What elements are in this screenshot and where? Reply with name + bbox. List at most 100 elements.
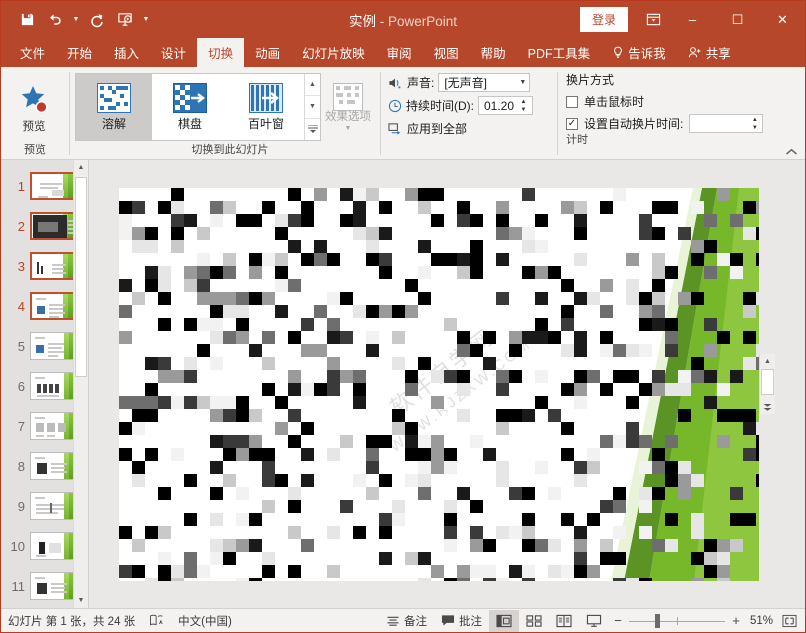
slide-thumbnail[interactable] xyxy=(30,212,78,240)
gallery-scroll-up-button[interactable]: ▲ xyxy=(305,74,320,97)
sound-dropdown[interactable]: [无声音] ▼ xyxy=(438,73,531,92)
slide-thumbnail[interactable] xyxy=(30,172,78,200)
thumb-block xyxy=(52,190,64,196)
tab-slideshow[interactable]: 幻灯片放映 xyxy=(291,38,376,67)
tab-animations[interactable]: 动画 xyxy=(244,38,291,67)
after-time-checkbox-row[interactable]: ✓ 设置自动换片时间: ▲ ▼ xyxy=(566,114,799,133)
minimize-button[interactable]: – xyxy=(670,1,715,38)
maximize-button[interactable]: ☐ xyxy=(715,1,760,38)
tab-pdf-toolkit[interactable]: PDF工具集 xyxy=(517,38,602,67)
language-indicator[interactable]: 中文(中国) xyxy=(171,609,239,633)
chevron-down-icon[interactable]: ▼ xyxy=(515,79,526,86)
tab-transitions[interactable]: 切换 xyxy=(197,38,245,67)
undo-icon[interactable] xyxy=(42,7,68,33)
slide-thumbnail[interactable] xyxy=(30,332,78,360)
slide-thumbnail[interactable] xyxy=(30,292,78,320)
normal-view-button[interactable] xyxy=(489,609,519,632)
tab-insert[interactable]: 插入 xyxy=(103,38,150,67)
tab-share[interactable]: 共享 xyxy=(677,38,742,67)
slide-thumbnail[interactable] xyxy=(30,452,78,480)
tab-home[interactable]: 开始 xyxy=(56,38,103,67)
on-mouse-click-checkbox-row[interactable]: 单击鼠标时 xyxy=(566,92,799,111)
after-time-checkbox[interactable]: ✓ xyxy=(566,117,578,130)
gallery-scroll-down-button[interactable]: ▼ xyxy=(305,96,320,119)
tab-view[interactable]: 视图 xyxy=(423,38,470,67)
thumb-text-line xyxy=(36,555,46,557)
comments-button[interactable]: 批注 xyxy=(434,609,489,633)
thumb-text-line xyxy=(40,187,58,189)
slideshow-view-button[interactable] xyxy=(579,610,609,632)
ribbon-collapse-chevron-icon[interactable] xyxy=(785,148,798,156)
sign-in-button[interactable]: 登录 xyxy=(579,7,628,32)
thumb-text-line xyxy=(49,304,65,306)
ribbon-group-label-preview: 预览 xyxy=(24,144,46,156)
notes-button[interactable]: 备注 xyxy=(379,609,434,633)
thumb-text-line xyxy=(51,463,67,465)
reading-view-icon xyxy=(556,614,572,628)
zoom-level-label[interactable]: 51% xyxy=(745,615,777,627)
transition-gallery: 溶解 棋盘 百叶窗 ▲ ▼ xyxy=(75,73,321,141)
transition-item-dissolve[interactable]: 溶解 xyxy=(76,74,152,140)
zoom-out-button[interactable]: − xyxy=(609,613,627,628)
slide-thumbnail[interactable] xyxy=(30,532,78,560)
gallery-more-button[interactable] xyxy=(305,118,320,140)
tab-help[interactable]: 帮助 xyxy=(470,38,517,67)
zoom-slider-thumb[interactable] xyxy=(655,613,660,628)
sound-speaker-icon xyxy=(388,76,403,90)
app-name: PowerPoint xyxy=(387,13,458,29)
customize-qat-icon[interactable]: ▼ xyxy=(140,7,152,33)
thumb-text-line xyxy=(49,308,63,310)
duration-value: 01.20 xyxy=(484,98,515,113)
after-time-input[interactable]: ▲ ▼ xyxy=(689,114,764,133)
slide-panel-scroll-down-button[interactable]: ▼ xyxy=(74,593,88,608)
transition-item-blinds[interactable]: 百叶窗 xyxy=(228,74,304,140)
undo-dropdown-icon[interactable]: ▼ xyxy=(70,7,82,33)
reading-view-button[interactable] xyxy=(549,610,579,632)
slide-panel-scroll-thumb[interactable] xyxy=(75,177,87,377)
stage-scroll-thumb[interactable] xyxy=(761,369,774,395)
ribbon-display-options-icon[interactable] xyxy=(636,1,670,38)
next-slide-button[interactable] xyxy=(760,399,775,414)
on-mouse-click-checkbox[interactable] xyxy=(566,95,578,108)
slide-thumbnail[interactable] xyxy=(30,572,78,600)
tab-label: 审阅 xyxy=(386,47,412,61)
after-time-stepper[interactable]: ▲ ▼ xyxy=(749,115,760,132)
duration-input[interactable]: 01.20 ▲ ▼ xyxy=(478,96,533,115)
slide-thumbnail[interactable] xyxy=(30,412,78,440)
start-slideshow-icon[interactable] xyxy=(112,7,138,33)
thumb-text-line xyxy=(35,577,45,579)
zoom-in-button[interactable]: + xyxy=(727,613,745,628)
tab-review[interactable]: 审阅 xyxy=(376,38,423,67)
thumb-text-line xyxy=(36,298,46,300)
save-icon[interactable] xyxy=(14,7,40,33)
slide-panel-scrollbar[interactable]: ▲ ▼ xyxy=(73,160,88,608)
preview-button[interactable]: 预览 xyxy=(6,73,62,141)
tab-design[interactable]: 设计 xyxy=(150,38,197,67)
slide-thumbnail[interactable] xyxy=(30,252,78,280)
zoom-slider[interactable] xyxy=(629,613,725,629)
slide-thumbnail[interactable] xyxy=(30,492,78,520)
transition-item-checkerboard[interactable]: 棋盘 xyxy=(152,74,228,140)
slide-number: 8 xyxy=(17,458,25,474)
tab-file[interactable]: 文件 xyxy=(9,38,56,67)
duration-stepper[interactable]: ▲ ▼ xyxy=(518,97,529,114)
ribbon-group-timing-left: 声音: [无声音] ▼ 持续时间(D): 01.20 ▲ ▼ 应用到全部 xyxy=(381,67,557,159)
apply-to-all-label: 应用到全部 xyxy=(407,122,468,136)
slide-sorter-view-button[interactable] xyxy=(519,610,549,632)
stage-scroll-up-button[interactable]: ▲ xyxy=(760,354,775,369)
tab-tell-me[interactable]: 告诉我 xyxy=(601,38,677,67)
effect-options-button[interactable]: 效果选项 ▼ xyxy=(321,73,375,141)
slide-canvas[interactable]: 软件自学网 WWW.RJZXW.COM xyxy=(119,187,759,581)
slide-panel-scroll-up-button[interactable]: ▲ xyxy=(74,160,88,175)
accessibility-check-icon[interactable] xyxy=(142,609,171,633)
apply-to-all-button[interactable]: 应用到全部 xyxy=(388,118,551,139)
slide-panel-scroll-track[interactable] xyxy=(74,175,88,593)
close-button[interactable]: ✕ xyxy=(760,1,805,38)
slide-vertical-scrollbar[interactable]: ▲ ▼ xyxy=(759,354,775,414)
slide-thumbnail[interactable] xyxy=(30,372,78,400)
fit-to-window-icon[interactable] xyxy=(777,614,801,628)
tab-label: 切换 xyxy=(208,47,234,61)
titlebar-right-controls: 登录 – ☐ ✕ xyxy=(579,1,805,38)
chevron-down-icon[interactable]: ▼ xyxy=(345,125,352,132)
redo-icon[interactable] xyxy=(84,7,110,33)
